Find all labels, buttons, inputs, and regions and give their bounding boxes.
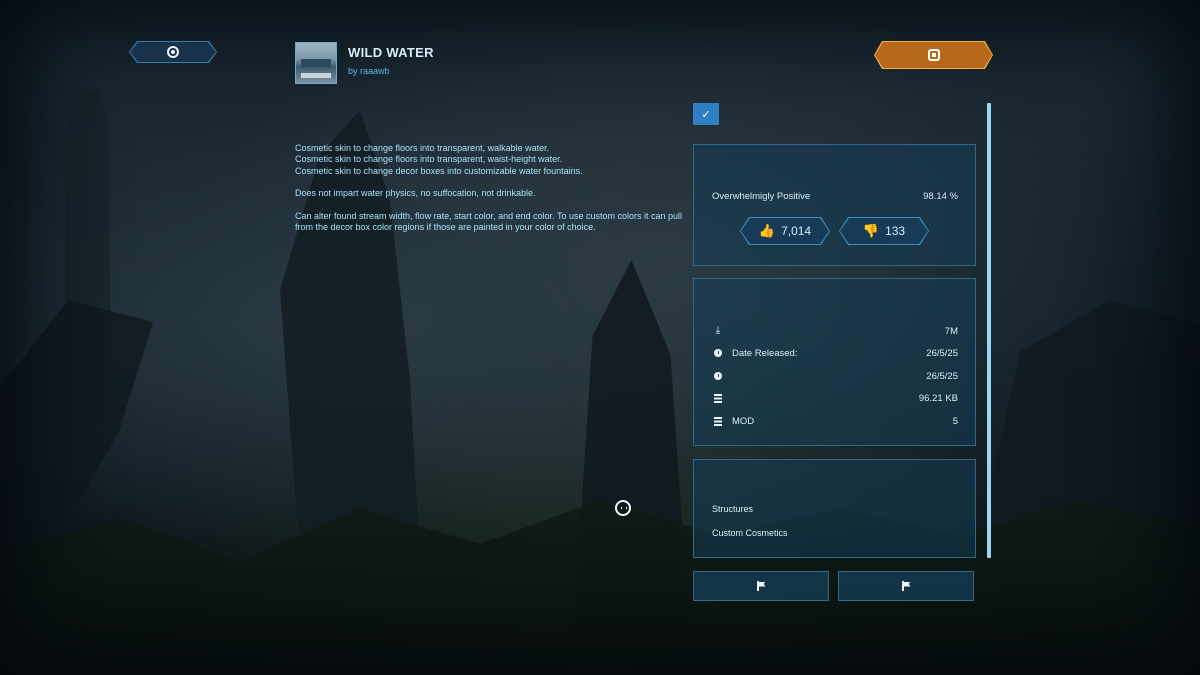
detail-value: 5 bbox=[952, 415, 958, 427]
description-line: Cosmetic skin to change floors into tran… bbox=[295, 143, 550, 153]
upvote-count: 7,014 bbox=[781, 224, 812, 238]
detail-label: MOD bbox=[732, 415, 755, 427]
description-line: Does not impart water physics, no suffoc… bbox=[295, 188, 536, 199]
background-foliage bbox=[0, 500, 1200, 675]
report-button[interactable] bbox=[693, 571, 829, 601]
details-panel: ⤓ 7M Date Released: 26/5/25 26/5/25 96.2… bbox=[693, 278, 976, 446]
rating-label: Overwhelmigly Positive bbox=[712, 191, 811, 202]
report-author-button[interactable] bbox=[838, 571, 974, 601]
thumbs-down-icon: 👎 bbox=[862, 223, 880, 238]
downvote-count: 133 bbox=[885, 224, 906, 238]
detail-row-downloads: ⤓ 7M bbox=[712, 324, 958, 338]
rating-percent: 98.14 % bbox=[923, 191, 958, 202]
unsubscribe-button[interactable] bbox=[874, 41, 993, 69]
detail-value: 7M bbox=[944, 325, 958, 337]
subscribe-checkbox[interactable]: ✓ bbox=[693, 103, 719, 125]
detail-row-size: 96.21 KB bbox=[712, 391, 958, 405]
mod-thumbnail bbox=[295, 42, 337, 84]
tags-panel: Structures Custom Cosmetics bbox=[693, 459, 976, 558]
mod-description: Cosmetic skin to change floors into tran… bbox=[295, 143, 695, 233]
detail-row-type: MOD 5 bbox=[712, 414, 958, 428]
download-icon: ⤓ bbox=[715, 325, 721, 336]
description-line: Cosmetic skin to change floors into tran… bbox=[295, 154, 563, 165]
detail-value: 26/5/25 bbox=[926, 370, 958, 382]
thumbs-up-icon: 👍 bbox=[758, 223, 776, 238]
storage-icon bbox=[712, 415, 724, 427]
stop-square-icon bbox=[928, 49, 940, 61]
mod-author[interactable]: by raaawb bbox=[348, 66, 390, 76]
scrollbar[interactable] bbox=[987, 103, 991, 558]
back-button[interactable] bbox=[129, 41, 217, 63]
description-line: Cosmetic skin to change decor boxes into… bbox=[295, 165, 583, 176]
clock-icon bbox=[712, 370, 724, 382]
detail-value: 26/5/25 bbox=[926, 347, 958, 359]
description-line: Can alter found stream width, flow rate,… bbox=[295, 210, 683, 233]
tag-item[interactable]: Structures bbox=[712, 504, 753, 514]
detail-label: Date Released: bbox=[732, 347, 798, 359]
clock-icon bbox=[712, 347, 724, 359]
detail-row-updated: 26/5/25 bbox=[712, 369, 958, 383]
mod-title: WILD WATER bbox=[348, 45, 434, 60]
flag-icon bbox=[756, 581, 766, 591]
gamepad-cursor bbox=[615, 500, 631, 516]
background-rock-left bbox=[0, 300, 153, 520]
detail-value: 96.21 KB bbox=[918, 392, 958, 404]
upvote-button[interactable]: 👍 7,014 bbox=[740, 217, 830, 245]
flag-icon bbox=[901, 581, 911, 591]
target-icon bbox=[167, 46, 179, 58]
rating-panel: Overwhelmigly Positive 98.14 % 👍 7,014 👎… bbox=[693, 144, 976, 266]
detail-row-released: Date Released: 26/5/25 bbox=[712, 346, 958, 360]
downvote-button[interactable]: 👎 133 bbox=[839, 217, 929, 245]
storage-icon bbox=[712, 392, 724, 404]
tag-item[interactable]: Custom Cosmetics bbox=[712, 528, 788, 538]
